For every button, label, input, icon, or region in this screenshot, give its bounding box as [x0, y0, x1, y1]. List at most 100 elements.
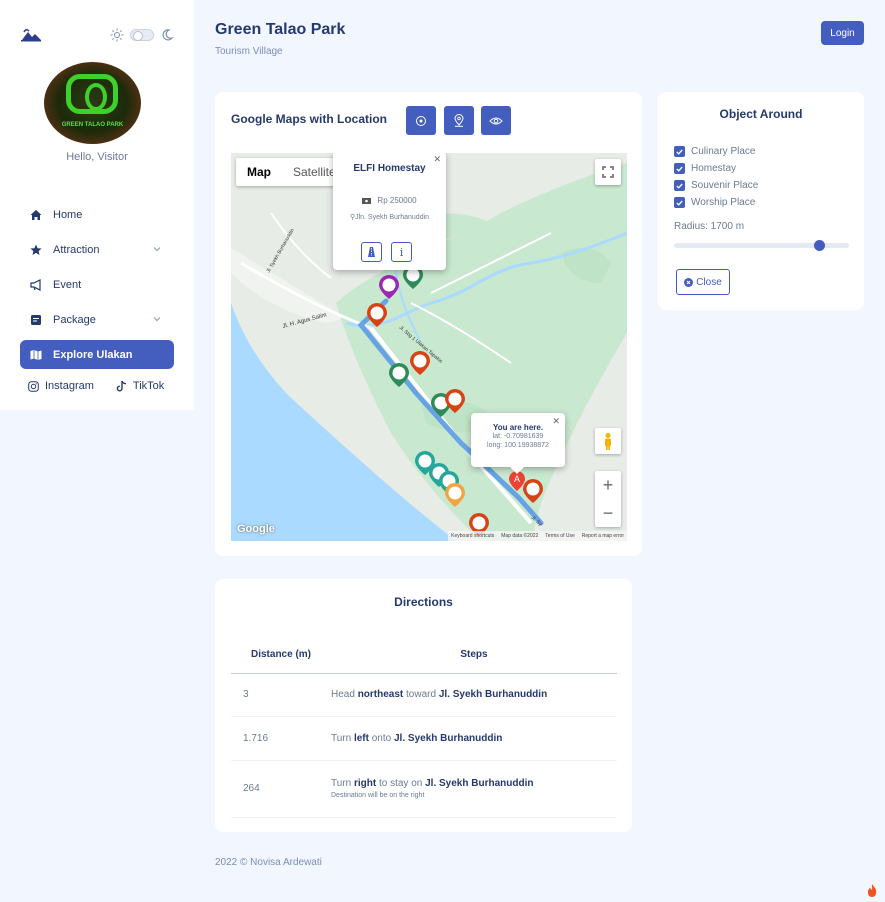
locate-icon: [416, 115, 426, 126]
checkbox[interactable]: [674, 146, 685, 157]
dark-mode-switch[interactable]: [130, 29, 154, 41]
fullscreen-button[interactable]: [595, 159, 621, 185]
report-error-link[interactable]: Report a map error: [582, 533, 624, 539]
current-location-button[interactable]: [406, 106, 436, 135]
sidebar-menu: Home Attraction Event Package Explore Ul…: [20, 200, 174, 375]
close-label: Close: [696, 276, 722, 288]
radius-slider[interactable]: [674, 240, 849, 251]
page-subtitle: Tourism Village: [215, 46, 283, 57]
close-icon[interactable]: ✕: [433, 154, 441, 165]
radius-label: Radius: 1700 m: [674, 221, 745, 232]
info-window-price: Rp 250000: [333, 196, 446, 205]
tab-map[interactable]: Map: [236, 158, 282, 186]
distance-cell: 1.716: [231, 716, 331, 761]
checkbox[interactable]: [674, 197, 685, 208]
info-window-address: ⚲Jln. Syekh Burhanuddin: [333, 213, 446, 221]
close-icon[interactable]: ✕: [552, 416, 560, 427]
sidebar-header: [20, 28, 174, 44]
google-map[interactable]: Jl. H. Agus Salim Jl. Syekh Burhanuddin …: [231, 153, 627, 541]
table-row: 1.716 Turn left onto Jl. Syekh Burhanudd…: [231, 716, 617, 761]
zoom-out-button[interactable]: −: [595, 499, 621, 527]
marker-label: A: [514, 474, 520, 484]
chevron-down-icon: [153, 317, 161, 322]
sidebar-item-label: Attraction: [53, 243, 100, 256]
checkbox[interactable]: [674, 163, 685, 174]
location-lat: lat: -0.70981639: [492, 433, 544, 440]
object-around-card: Object Around Culinary Place Homestay So…: [658, 92, 864, 310]
checkbox[interactable]: [674, 180, 685, 191]
check-icon: [676, 166, 683, 172]
location-long: long: 100.19938872: [487, 442, 549, 449]
distance-cell: 3: [231, 673, 331, 717]
login-button[interactable]: Login: [821, 21, 864, 45]
step-cell: Turn left onto Jl. Syekh Burhanuddin: [331, 716, 617, 761]
theme-toggle: [110, 28, 174, 42]
price-value: Rp 250000: [377, 196, 417, 205]
eye-icon: [489, 117, 503, 124]
directions-icon: [368, 247, 375, 257]
filter-label: Culinary Place: [691, 146, 756, 157]
directions-title: Directions: [394, 595, 453, 609]
avatar: GREEN TALAO PARK: [44, 62, 141, 144]
park-logo-mark: [66, 74, 118, 114]
fullscreen-icon: [602, 166, 614, 178]
slider-thumb[interactable]: [814, 240, 826, 251]
terms-link[interactable]: Terms of Use: [545, 533, 574, 539]
info-window-actions: i: [361, 242, 412, 262]
filter-worship[interactable]: Worship Place: [674, 194, 758, 211]
instagram-label: Instagram: [45, 380, 94, 392]
step-note: Destination will be on the right: [331, 792, 425, 799]
sidebar-item-label: Package: [53, 313, 96, 326]
instagram-link[interactable]: Instagram: [28, 380, 94, 392]
distance-cell: 264: [231, 760, 331, 818]
directions-button[interactable]: [361, 242, 382, 262]
sidebar-item-event[interactable]: Event: [20, 270, 174, 299]
info-button[interactable]: i: [391, 242, 412, 262]
filter-label: Souvenir Place: [691, 180, 759, 191]
map-attribution: Keyboard shortcuts Map data ©2022 Terms …: [448, 531, 627, 541]
step-cell: Turn right to stay on Jl. Syekh Burhanud…: [331, 760, 617, 818]
file-icon: [31, 314, 41, 325]
place-marker-button[interactable]: [444, 106, 474, 135]
step-text: Turn right to stay on Jl. Syekh Burhanud…: [331, 778, 534, 789]
filter-label: Homestay: [691, 163, 737, 174]
brand-logo-icon[interactable]: [20, 28, 42, 42]
table-row: 3 Head northeast toward Jl. Syekh Burhan…: [231, 673, 617, 717]
sidebar-item-package[interactable]: Package: [20, 305, 174, 334]
toggle-view-button[interactable]: [481, 106, 511, 135]
moon-icon: [162, 29, 174, 41]
filter-culinary[interactable]: Culinary Place: [674, 143, 758, 160]
sidebar-item-home[interactable]: Home: [20, 200, 174, 229]
keyboard-shortcuts-link[interactable]: Keyboard shortcuts: [451, 533, 494, 539]
map-type-control: Map Satellite: [236, 158, 347, 186]
filter-homestay[interactable]: Homestay: [674, 160, 758, 177]
zoom-control: + −: [595, 471, 621, 527]
street-view-button[interactable]: [595, 428, 621, 454]
address-value: Jln. Syekh Burhanuddin: [355, 214, 430, 221]
money-icon: [362, 197, 372, 204]
google-logo: Google: [237, 523, 275, 535]
sidebar-item-label: Event: [53, 278, 82, 291]
homestay-info-window: ✕ ELFI Homestay Rp 250000 ⚲Jln. Syekh Bu…: [333, 153, 446, 270]
chevron-down-icon: [153, 247, 161, 252]
sidebar-item-explore-ulakan[interactable]: Explore Ulakan: [20, 340, 174, 369]
pegman-icon: [605, 433, 611, 450]
step-cell: Head northeast toward Jl. Syekh Burhanud…: [331, 673, 617, 717]
close-circle-icon: [684, 277, 694, 287]
close-button[interactable]: Close: [676, 269, 730, 295]
filter-souvenir[interactable]: Souvenir Place: [674, 177, 758, 194]
house-icon: [30, 209, 42, 220]
sidebar-item-label: Home: [53, 208, 83, 221]
tiktok-icon: [116, 380, 126, 392]
megaphone-icon: [30, 278, 41, 291]
tiktok-link[interactable]: TikTok: [116, 380, 164, 392]
sidebar-item-attraction[interactable]: Attraction: [20, 235, 174, 264]
zoom-in-button[interactable]: +: [595, 471, 621, 499]
greeting: Hello, Visitor: [66, 151, 128, 163]
flame-icon: [867, 884, 877, 897]
check-icon: [676, 149, 683, 155]
pin-icon: [454, 114, 464, 127]
social-links: Instagram TikTok: [28, 380, 186, 392]
directions-table: Distance (m) Steps 3 Head northeast towa…: [231, 636, 617, 818]
step-text: Turn left onto Jl. Syekh Burhanuddin: [331, 732, 503, 744]
